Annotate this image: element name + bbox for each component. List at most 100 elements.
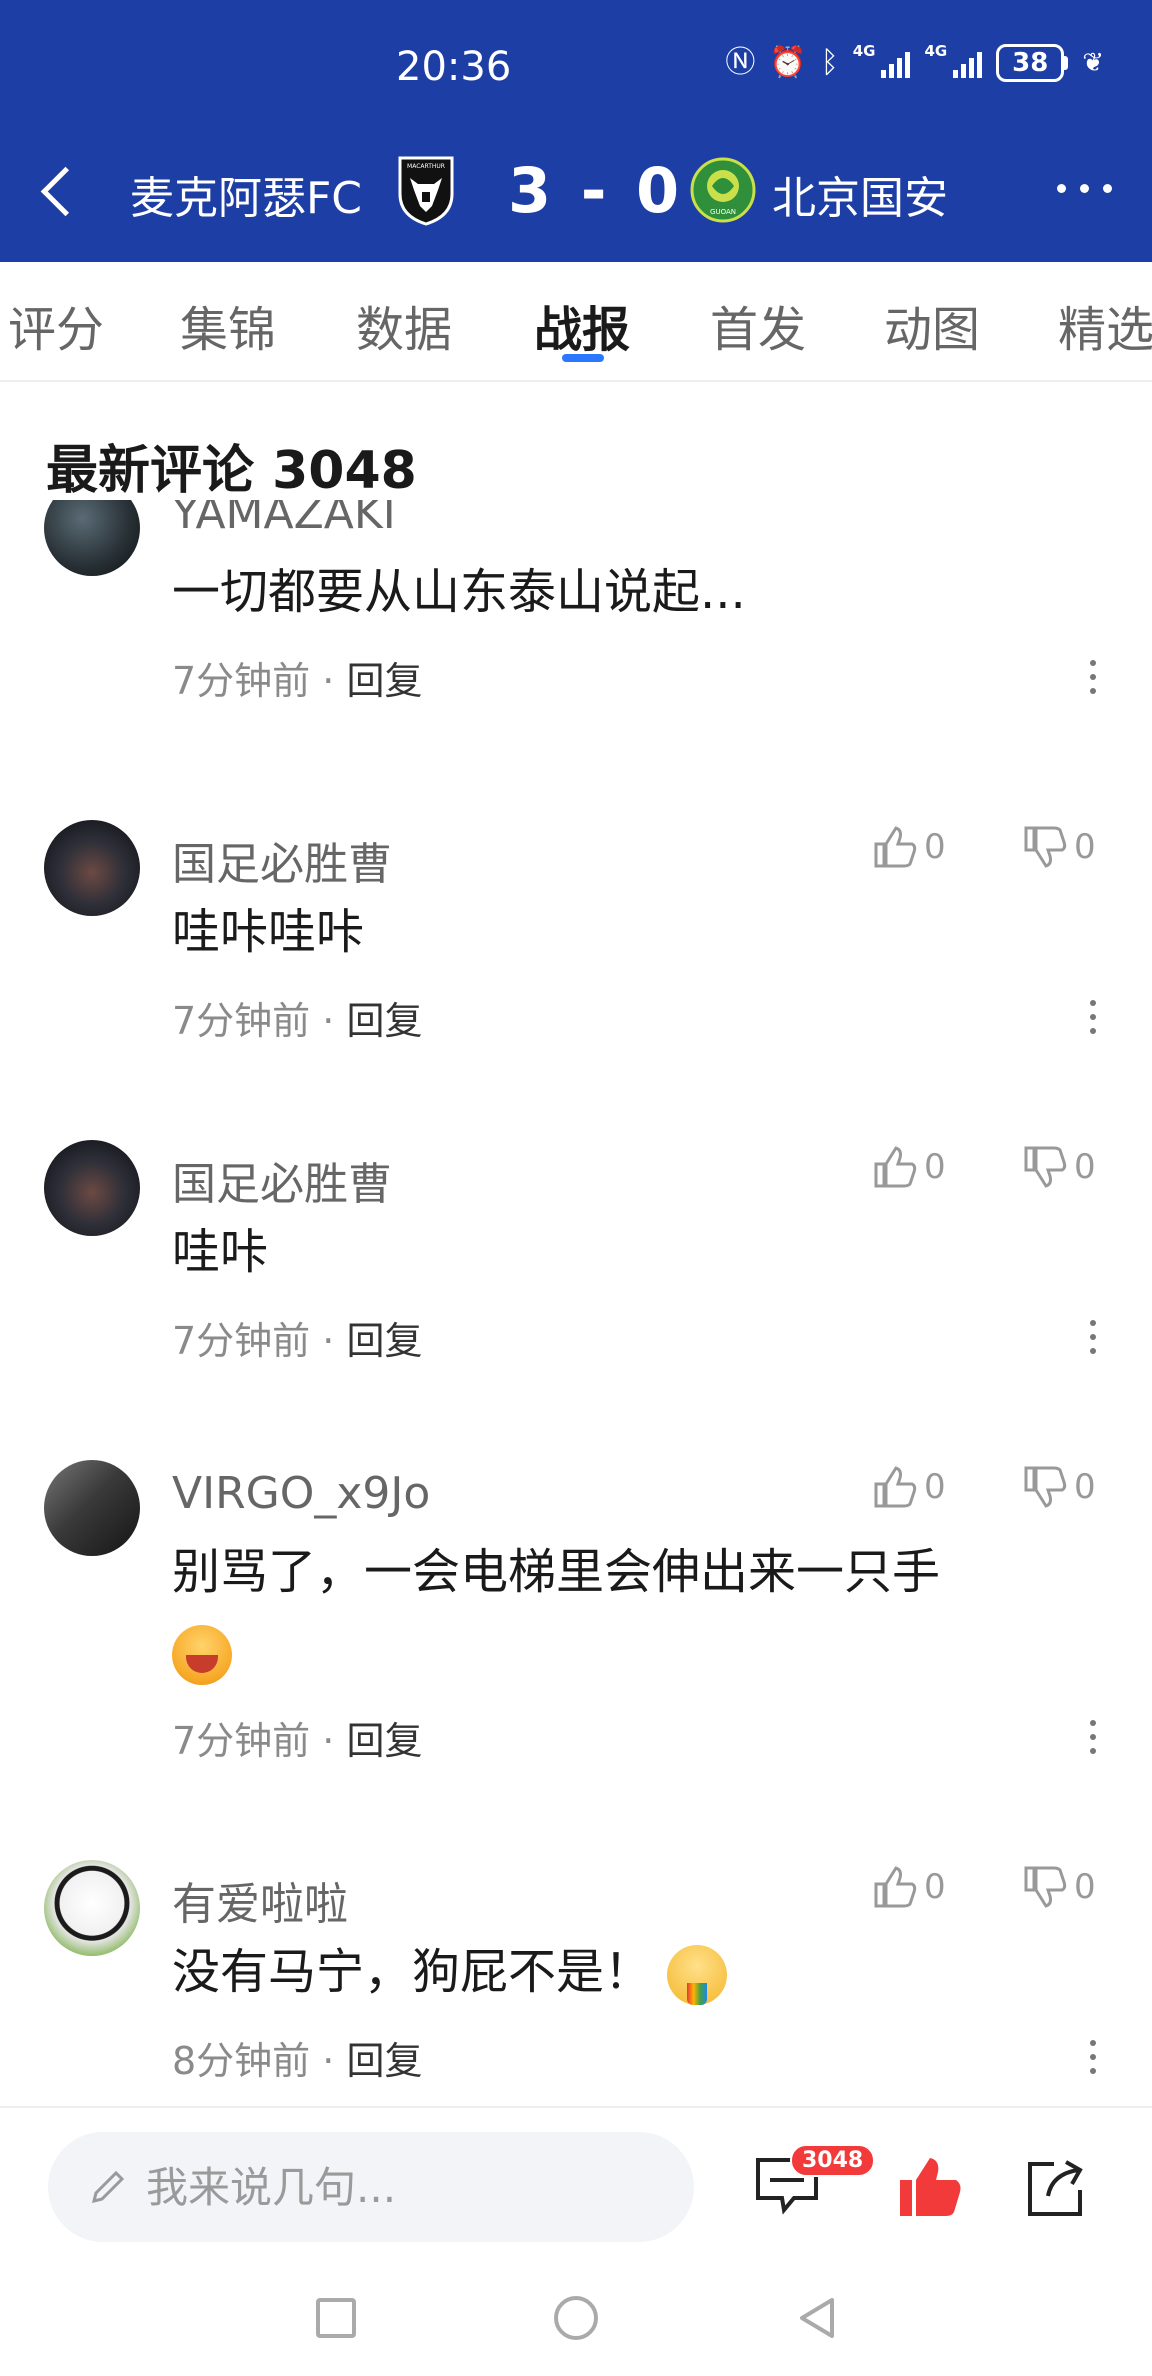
tab-lineup[interactable]: 首发 (710, 290, 806, 360)
comment-username[interactable]: VIRGO_x9Jo (172, 1468, 430, 1519)
reply-button[interactable]: 回复 (346, 999, 422, 1043)
recents-button[interactable] (316, 2298, 356, 2338)
comment-text-content: 别骂了，一会电梯里会伸出来一只手 (172, 1544, 941, 1600)
comment-more-icon[interactable] (1090, 1320, 1096, 1354)
reply-button[interactable]: 回复 (346, 1319, 422, 1363)
match-score: 3 - 0 (508, 154, 684, 227)
meta-separator: · (322, 659, 335, 703)
status-icons: Ⓝ ⏰ ᛒ 4G 4G 38 ❦ (725, 44, 1104, 82)
thumbs-up-icon (874, 826, 917, 868)
network-type-label-2: 4G (924, 42, 948, 60)
away-badge-text: GUOAN (710, 208, 736, 216)
nfc-icon: Ⓝ (725, 45, 756, 80)
like-count: 0 (924, 1147, 946, 1187)
tab-bar: 评分 集锦 数据 战报 首发 动图 精选 (0, 262, 1152, 382)
comment-text: 哇咔 (172, 1224, 269, 1280)
list-item: VIRGO_x9Jo 0 0 别骂了，一会电梯里会伸出来一只手 7分钟前 · 回… (0, 1460, 1152, 1780)
share-icon[interactable] (1024, 2156, 1088, 2218)
status-time: 20:36 (396, 44, 512, 90)
tab-ratings[interactable]: 评分 (8, 290, 104, 360)
comment-meta: 7分钟前 · 回复 (172, 1710, 422, 1765)
comment-input[interactable] (146, 2162, 666, 2212)
dislike-count: 0 (1074, 1147, 1096, 1187)
match-header: 麦克阿瑟FC MACARTHUR 3 - 0 GUOAN 北京国安 (0, 150, 1152, 230)
tab-highlights[interactable]: 集锦 (180, 290, 276, 360)
comment-input-container[interactable] (48, 2132, 694, 2242)
home-team-name[interactable]: 麦克阿瑟FC (130, 162, 362, 226)
comment-more-icon[interactable] (1090, 2040, 1096, 2074)
dislike-count: 0 (1074, 827, 1096, 867)
like-count: 0 (924, 827, 946, 867)
battery-level: 38 (996, 44, 1065, 82)
comment-text: 哇咔哇咔 (172, 904, 365, 960)
like-vote[interactable]: 0 (872, 824, 946, 870)
away-team-badge-icon[interactable]: GUOAN (690, 156, 756, 224)
tab-featured[interactable]: 精选 (1058, 290, 1152, 360)
comment-text: 一切都要从山东泰山说起... (172, 564, 746, 620)
like-count: 0 (924, 1867, 946, 1907)
comment-meta: 7分钟前 · 回复 (172, 990, 422, 1045)
comment-username[interactable]: 国足必胜曹 (172, 1148, 392, 1212)
comment-more-icon[interactable] (1090, 660, 1096, 694)
system-nav-bar (0, 2256, 1152, 2376)
comment-count-badge: 3048 (790, 2144, 876, 2177)
latest-comments-title: 最新评论 3048 (46, 441, 417, 501)
meta-separator: · (322, 1319, 335, 1363)
home-button[interactable] (554, 2296, 598, 2340)
comment-time: 7分钟前 (172, 1719, 311, 1763)
reply-button[interactable]: 回复 (346, 659, 422, 703)
comment-list[interactable]: YAMAZAKI 一切都要从山东泰山说起... 7分钟前 · 回复 国足必胜曹 … (0, 500, 1152, 2106)
thumbs-down-icon (1024, 1466, 1067, 1508)
dislike-vote[interactable]: 0 (1022, 824, 1096, 870)
grinning-face-emoji-icon (172, 1625, 232, 1685)
like-vote[interactable]: 0 (872, 1144, 946, 1190)
reply-button[interactable]: 回复 (346, 1719, 422, 1763)
list-item: 国足必胜曹 0 0 哇咔 7分钟前 · 回复 (0, 1140, 1152, 1380)
comment-time: 8分钟前 (172, 2039, 311, 2083)
avatar[interactable] (44, 1460, 140, 1556)
bottom-action-bar: 3048 (0, 2106, 1152, 2256)
home-badge-text: MACARTHUR (407, 163, 445, 170)
list-item: YAMAZAKI 一切都要从山东泰山说起... 7分钟前 · 回复 (0, 500, 1152, 703)
meta-separator: · (322, 1719, 335, 1763)
back-button[interactable] (36, 160, 76, 220)
avatar[interactable] (44, 820, 140, 916)
dislike-vote[interactable]: 0 (1022, 1464, 1096, 1510)
comment-meta: 7分钟前 · 回复 (172, 1310, 422, 1365)
comment-username[interactable]: YAMAZAKI (172, 500, 396, 539)
avatar[interactable] (44, 500, 140, 576)
avatar[interactable] (44, 1140, 140, 1236)
away-team-name[interactable]: 北京国安 (772, 162, 948, 226)
thumbs-down-icon (1024, 1146, 1067, 1188)
active-tab-indicator (562, 354, 604, 362)
thumbs-up-filled-icon[interactable] (898, 2156, 962, 2218)
comment-username[interactable]: 国足必胜曹 (172, 828, 392, 892)
rainbow-vomit-emoji-icon (667, 1945, 728, 2005)
like-vote[interactable]: 0 (872, 1464, 946, 1510)
comment-time: 7分钟前 (172, 659, 311, 703)
comment-meta: 7分钟前 · 回复 (172, 650, 422, 705)
avatar[interactable] (44, 1860, 140, 1956)
comment-text: 没有马宁，狗屁不是！ (172, 1932, 1072, 2012)
tab-report[interactable]: 战报 (534, 290, 630, 360)
dislike-vote[interactable]: 0 (1022, 1864, 1096, 1910)
more-options-icon[interactable] (1057, 184, 1112, 193)
comment-time: 7分钟前 (172, 999, 311, 1043)
comment-more-icon[interactable] (1090, 1720, 1096, 1754)
thumbs-down-icon (1024, 826, 1067, 868)
signal-icon (881, 48, 911, 78)
tab-gifs[interactable]: 动图 (884, 290, 980, 360)
comment-username[interactable]: 有爱啦啦 (172, 1868, 348, 1932)
signal-icon-2 (953, 48, 983, 78)
tab-stats[interactable]: 数据 (356, 290, 452, 360)
thumbs-down-icon (1024, 1866, 1067, 1908)
like-count: 0 (924, 1467, 946, 1507)
dislike-vote[interactable]: 0 (1022, 1144, 1096, 1190)
reply-button[interactable]: 回复 (346, 2039, 422, 2083)
nav-back-icon[interactable] (796, 2296, 836, 2340)
thumbs-up-icon (874, 1866, 917, 1908)
like-vote[interactable]: 0 (872, 1864, 946, 1910)
comment-more-icon[interactable] (1090, 1000, 1096, 1034)
dislike-count: 0 (1074, 1867, 1096, 1907)
home-team-badge-icon[interactable]: MACARTHUR (396, 154, 456, 226)
